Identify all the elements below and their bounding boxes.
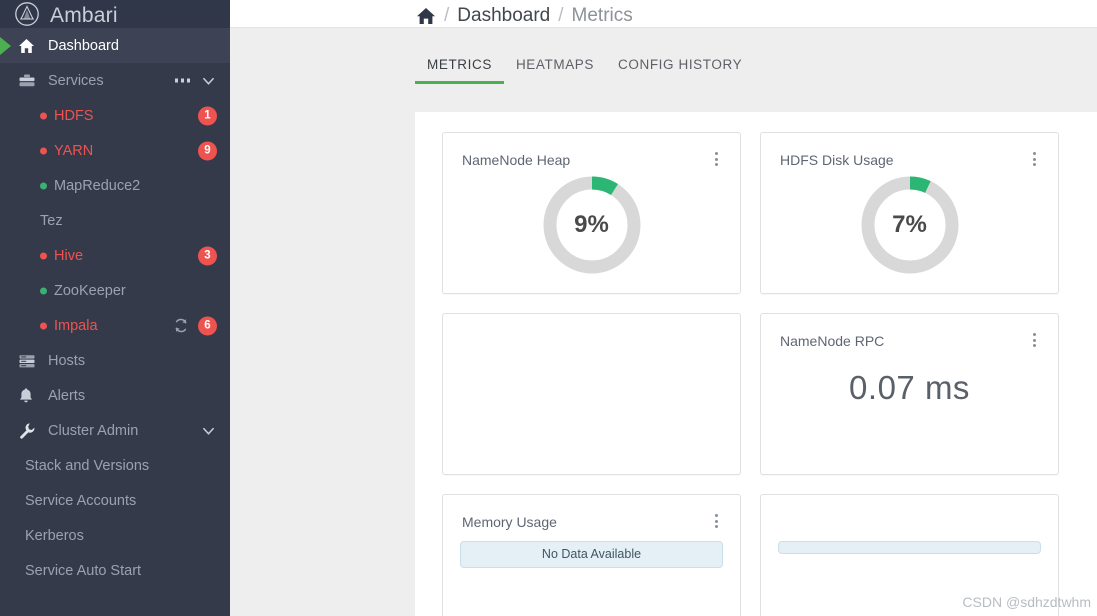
refresh-icon[interactable] (173, 318, 189, 334)
sidebar-item-kerberos[interactable]: Kerberos (0, 518, 230, 553)
gauge-value: 7% (892, 211, 927, 238)
kebab-menu-icon[interactable] (710, 151, 722, 167)
active-pointer-icon (0, 36, 11, 55)
sidebar-item-cluster-admin[interactable]: Cluster Admin (0, 413, 230, 448)
widget-card-row2-col3[interactable] (760, 494, 1059, 616)
tab-config-history[interactable]: CONFIG HISTORY (606, 57, 754, 85)
sidebar-service-zookeeper[interactable]: ZooKeeper (0, 273, 230, 308)
bell-icon (18, 387, 40, 404)
top-bar: / Dashboard / Metrics (230, 0, 1097, 28)
status-dot-icon (40, 147, 47, 154)
service-label: Hive (54, 247, 84, 264)
kebab-menu-icon[interactable] (710, 513, 722, 529)
home-icon[interactable] (416, 6, 436, 26)
service-label: Tez (40, 212, 63, 229)
widget-value: 0.07 ms (849, 369, 970, 406)
no-data-banner (778, 541, 1041, 554)
status-dot-icon (40, 112, 47, 119)
sidebar-item-label: Service Accounts (25, 492, 137, 509)
service-label: ZooKeeper (54, 282, 126, 299)
sidebar-item-dashboard-label: Dashboard (48, 37, 119, 54)
sidebar-item-label: Kerberos (25, 527, 84, 544)
services-list: HDFS 1 YARN 9 MapReduce2 Tez Hive 3 ZooK… (0, 98, 230, 343)
status-dot-icon (40, 182, 47, 189)
hosts-icon (18, 353, 40, 369)
sidebar-item-alerts-label: Alerts (48, 387, 86, 404)
sidebar-item-label: Service Auto Start (25, 562, 142, 579)
widget-card-memory-usage[interactable]: Memory Usage No Data Available (442, 494, 741, 616)
widget-card-hdfs-disk-usage[interactable]: HDFS Disk Usage 7% (760, 132, 1059, 294)
kebab-menu-icon[interactable] (1028, 332, 1040, 348)
widget-title: NameNode Heap (462, 152, 571, 168)
breadcrumb-separator-2: / (558, 4, 564, 26)
widget-card-namenode-heap[interactable]: NameNode Heap 9% (442, 132, 741, 294)
sidebar-service-mapreduce2[interactable]: MapReduce2 (0, 168, 230, 203)
alert-badge[interactable]: 3 (198, 246, 217, 265)
ellipsis-icon[interactable] (174, 78, 190, 83)
sidebar-item-stack-and-versions[interactable]: Stack and Versions (0, 448, 230, 483)
sidebar-service-impala[interactable]: Impala 6 (0, 308, 230, 343)
ambari-logo-icon (15, 2, 39, 26)
brand-title: Ambari (50, 3, 118, 27)
sidebar-service-hdfs[interactable]: HDFS 1 (0, 98, 230, 133)
breadcrumb-item-metrics: Metrics (571, 4, 633, 26)
chevron-down-icon[interactable] (201, 73, 216, 88)
service-label: HDFS (54, 107, 94, 124)
tab-metrics[interactable]: METRICS (415, 57, 504, 84)
sidebar-service-tez[interactable]: Tez (0, 203, 230, 238)
sidebar-item-dashboard[interactable]: Dashboard (0, 28, 230, 63)
service-indicators: 3 (198, 246, 217, 265)
status-dot-icon (40, 287, 47, 294)
chevron-down-icon[interactable] (201, 423, 216, 438)
widget-title: Memory Usage (462, 514, 557, 530)
widget-title: NameNode RPC (780, 333, 885, 349)
breadcrumb: / Dashboard / Metrics (416, 5, 633, 27)
gauge-hdfs-disk-usage: 7% (761, 173, 1058, 277)
sidebar-item-label: Stack and Versions (25, 457, 150, 474)
sidebar-item-hosts-label: Hosts (48, 352, 86, 369)
brand-header[interactable]: Ambari (0, 0, 230, 28)
cluster-admin-tools (201, 423, 216, 438)
sidebar-item-alerts[interactable]: Alerts (0, 378, 230, 413)
service-indicators: 9 (198, 141, 217, 160)
sidebar-item-service-auto-start[interactable]: Service Auto Start (0, 553, 230, 588)
home-icon (18, 38, 40, 54)
ambari-dashboard-page: Ambari Dashboard Services HDFS 1 YARN 9 … (0, 0, 1097, 616)
widget-card-row1-col3[interactable] (442, 313, 741, 475)
sidebar-item-cluster-admin-label: Cluster Admin (48, 422, 139, 439)
sidebar-item-service-accounts[interactable]: Service Accounts (0, 483, 230, 518)
alert-badge[interactable]: 6 (198, 316, 217, 335)
sidebar-service-hive[interactable]: Hive 3 (0, 238, 230, 273)
breadcrumb-item-dashboard[interactable]: Dashboard (457, 5, 550, 27)
no-data-banner: No Data Available (460, 541, 723, 568)
widget-card-namenode-rpc[interactable]: NameNode RPC 0.07 ms (760, 313, 1059, 475)
widget-grid: NameNode Heap 9% HDFS Disk Usage 7% Name… (415, 112, 1097, 616)
sidebar-item-services-label: Services (48, 72, 104, 89)
sidebar-item-hosts[interactable]: Hosts (0, 343, 230, 378)
alert-badge[interactable]: 9 (198, 141, 217, 160)
breadcrumb-separator-1: / (444, 4, 450, 26)
service-label: MapReduce2 (54, 177, 141, 194)
service-label: YARN (54, 142, 94, 159)
service-label: Impala (54, 317, 98, 334)
tab-heatmaps[interactable]: HEATMAPS (504, 57, 606, 85)
metrics-panel: NameNode Heap 9% HDFS Disk Usage 7% Name… (415, 112, 1097, 616)
sidebar-service-yarn[interactable]: YARN 9 (0, 133, 230, 168)
sidebar: Ambari Dashboard Services HDFS 1 YARN 9 … (0, 0, 230, 616)
widget-title: HDFS Disk Usage (780, 152, 894, 168)
gauge-namenode-heap: 9% (443, 173, 740, 277)
service-indicators: 1 (198, 106, 217, 125)
briefcase-icon (18, 73, 40, 89)
services-tools (174, 73, 217, 88)
main-area: / Dashboard / Metrics METRICS HEATMAPS C… (230, 0, 1097, 616)
gauge-value: 9% (574, 211, 609, 238)
service-indicators: 6 (173, 316, 217, 335)
alert-badge[interactable]: 1 (198, 106, 217, 125)
wrench-icon (18, 422, 40, 439)
sidebar-item-services[interactable]: Services (0, 63, 230, 98)
status-dot-icon (40, 252, 47, 259)
status-dot-icon (40, 322, 47, 329)
tab-bar: METRICS HEATMAPS CONFIG HISTORY (230, 28, 1097, 84)
kebab-menu-icon[interactable] (1028, 151, 1040, 167)
